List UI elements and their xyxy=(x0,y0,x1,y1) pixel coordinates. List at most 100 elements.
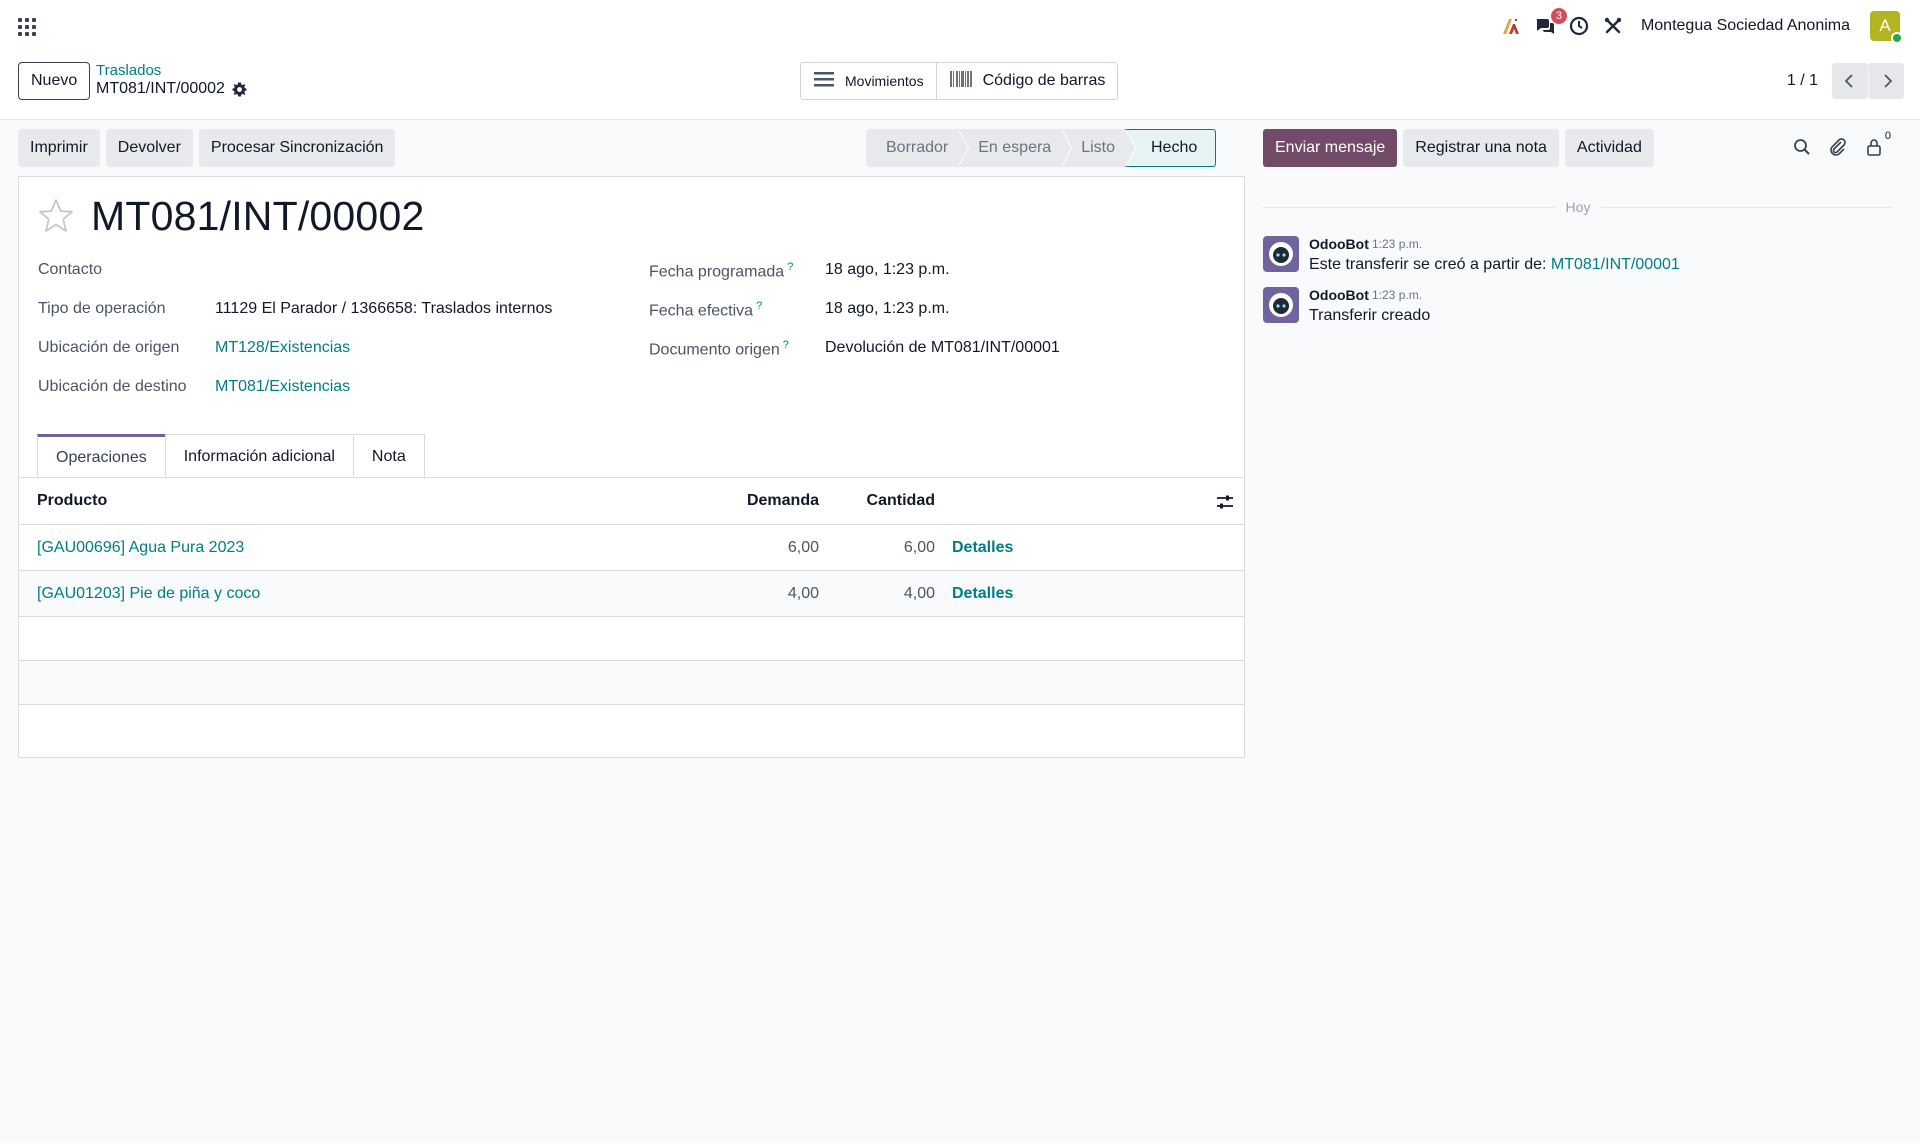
barcode-smart-button[interactable]: Código de barras xyxy=(935,63,1118,99)
moves-smart-button[interactable]: Movimientos xyxy=(801,63,936,99)
message-text: Transferir creado xyxy=(1309,307,1431,324)
message-author[interactable]: OdooBot xyxy=(1309,287,1369,303)
print-button[interactable]: Imprimir xyxy=(18,129,100,167)
return-button[interactable]: Devolver xyxy=(105,129,193,167)
smart-buttons: Movimientos Código de barras xyxy=(800,62,1119,100)
chevron-left-icon xyxy=(1844,74,1853,88)
demand-column-header[interactable]: Demanda xyxy=(669,478,819,524)
quantity-column-header[interactable]: Cantidad xyxy=(819,478,935,524)
send-message-button[interactable]: Enviar mensaje xyxy=(1263,129,1398,167)
status-waiting[interactable]: En espera xyxy=(958,129,1073,167)
chevron-right-icon xyxy=(1883,74,1892,88)
source-location-link[interactable]: MT128/Existencias xyxy=(215,339,350,357)
paperclip-icon[interactable] xyxy=(1827,136,1849,158)
status-draft[interactable]: Borrador xyxy=(866,129,970,167)
effective-date-value: 18 ago, 1:23 p.m. xyxy=(825,300,950,317)
tab-additional-info[interactable]: Información adicional xyxy=(164,434,354,478)
tab-operations[interactable]: Operaciones xyxy=(37,434,166,478)
separator-line xyxy=(1263,207,1555,208)
operation-type-value: 11129 El Parador / 1366658: Traslados in… xyxy=(215,300,553,317)
message-time: 1:23 p.m. xyxy=(1372,237,1423,251)
form-sheet: MT081/INT/00002 Contacto Tipo de operaci… xyxy=(18,176,1245,758)
day-separator-label: Hoy xyxy=(1565,199,1591,215)
optional-columns-icon[interactable] xyxy=(1216,493,1234,511)
source-location-label: Ubicación de origen xyxy=(38,339,180,356)
status-done[interactable]: Hecho xyxy=(1124,129,1217,167)
help-tooltip-icon[interactable]: ? xyxy=(783,339,789,351)
top-navbar: 3 Montegua Sociedad Anonima A xyxy=(0,0,1920,52)
apps-menu-icon[interactable] xyxy=(16,16,38,38)
product-link[interactable]: [GAU01203] Pie de piña y coco xyxy=(37,571,260,616)
origin-document-label: Documento origen? xyxy=(649,339,789,359)
clock-activity-icon[interactable] xyxy=(1569,16,1589,36)
followers-count: 0 xyxy=(1884,130,1891,142)
operation-type-label: Tipo de operación xyxy=(38,300,166,317)
destination-location-label: Ubicación de destino xyxy=(38,378,187,395)
user-menu[interactable]: A xyxy=(1870,11,1903,44)
barcode-icon xyxy=(949,70,973,93)
chatter-icons: 0 xyxy=(1791,130,1891,158)
debug-tools-icon[interactable] xyxy=(1603,16,1623,36)
statusbar: Borrador En espera Listo Hecho xyxy=(866,129,1217,167)
form-action-bar: Imprimir Devolver Procesar Sincronizació… xyxy=(18,129,396,167)
scheduled-date-label-text: Fecha programada xyxy=(649,263,785,281)
record-title: MT081/INT/00002 xyxy=(91,193,425,239)
pager: 1 / 1 xyxy=(1787,62,1904,100)
details-button[interactable]: Detalles xyxy=(952,525,1013,570)
breadcrumb-current-label: MT081/INT/00002 xyxy=(96,80,225,97)
followers-icon[interactable]: 0 xyxy=(1863,130,1891,158)
chatter-message: OdooBot 1:23 p.m. Este transferir se cre… xyxy=(1263,236,1903,280)
message-time: 1:23 p.m. xyxy=(1372,288,1423,302)
odoobot-avatar[interactable] xyxy=(1263,236,1299,272)
breadcrumb-parent-link[interactable]: Traslados xyxy=(96,62,247,79)
contact-label: Contacto xyxy=(38,261,103,278)
log-note-button[interactable]: Registrar una nota xyxy=(1403,129,1559,167)
day-separator: Hoy xyxy=(1263,198,1893,216)
message-author[interactable]: OdooBot xyxy=(1309,236,1369,252)
control-panel: Nuevo Traslados MT081/INT/00002 Movimien… xyxy=(0,52,1920,120)
messages-icon[interactable]: 3 xyxy=(1535,8,1567,36)
pager-value[interactable]: 1 / 1 xyxy=(1787,72,1818,90)
activity-button[interactable]: Actividad xyxy=(1564,129,1654,167)
quantity-cell[interactable]: 6,00 xyxy=(819,525,935,570)
message-body: Este transferir se creó a partir de: MT0… xyxy=(1309,256,1680,274)
product-column-header[interactable]: Producto xyxy=(37,478,107,524)
origin-document-value: Devolución de MT081/INT/00001 xyxy=(825,339,1060,356)
list-icon xyxy=(813,70,835,93)
search-icon[interactable] xyxy=(1791,136,1813,158)
help-tooltip-icon[interactable]: ? xyxy=(756,300,762,312)
pager-next-button[interactable] xyxy=(1868,63,1904,99)
chatter-topbar: Enviar mensaje Registrar una nota Activi… xyxy=(1263,129,1654,167)
scheduled-date-label: Fecha programada? xyxy=(649,261,793,281)
origin-document-label-text: Documento origen xyxy=(649,341,780,359)
chatter-message: OdooBot 1:23 p.m. Transferir creado xyxy=(1263,287,1903,331)
help-tooltip-icon[interactable]: ? xyxy=(787,261,793,273)
empty-row xyxy=(19,617,1244,661)
pager-previous-button[interactable] xyxy=(1832,63,1868,99)
breadcrumb: Traslados MT081/INT/00002 xyxy=(96,62,247,99)
operations-table: Producto Demanda Cantidad [GAU00696] Agu… xyxy=(19,478,1244,749)
table-row[interactable]: [GAU01203] Pie de piña y coco 4,00 4,00 … xyxy=(19,571,1244,617)
destination-location-link[interactable]: MT081/Existencias xyxy=(215,378,350,396)
table-row[interactable]: [GAU00696] Agua Pura 2023 6,00 6,00 Deta… xyxy=(19,525,1244,571)
odoobot-avatar[interactable] xyxy=(1263,287,1299,323)
message-link[interactable]: MT081/INT/00001 xyxy=(1551,256,1680,273)
company-switcher[interactable]: Montegua Sociedad Anonima xyxy=(1641,17,1850,35)
ai-assistant-icon[interactable] xyxy=(1501,16,1521,36)
message-body: Transferir creado xyxy=(1309,307,1430,325)
demand-cell: 4,00 xyxy=(787,584,819,602)
barcode-label: Código de barras xyxy=(982,72,1106,89)
new-button[interactable]: Nuevo xyxy=(18,62,91,100)
separator-line xyxy=(1601,207,1893,208)
gear-icon[interactable] xyxy=(232,81,247,97)
breadcrumb-current: MT081/INT/00002 xyxy=(96,79,247,99)
quantity-cell[interactable]: 4,00 xyxy=(819,571,935,616)
empty-row xyxy=(19,705,1244,749)
effective-date-label: Fecha efectiva? xyxy=(649,300,762,320)
details-button[interactable]: Detalles xyxy=(952,571,1013,616)
process-sync-button[interactable]: Procesar Sincronización xyxy=(198,129,396,167)
effective-date-label-text: Fecha efectiva xyxy=(649,302,754,320)
product-link[interactable]: [GAU00696] Agua Pura 2023 xyxy=(37,525,244,570)
tab-note[interactable]: Nota xyxy=(352,434,425,478)
favorite-star-icon[interactable] xyxy=(37,197,75,235)
